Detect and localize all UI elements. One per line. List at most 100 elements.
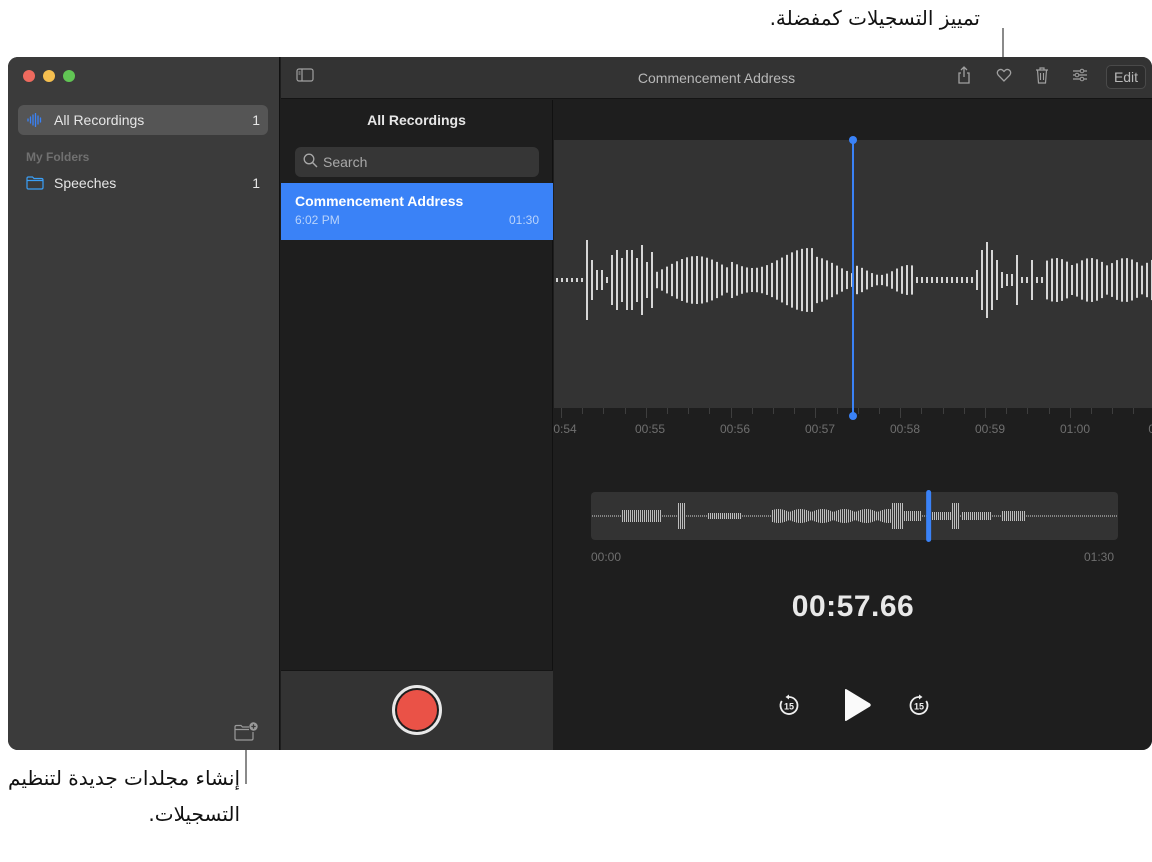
waveform-bar	[631, 250, 633, 310]
overview-bar	[1060, 515, 1061, 517]
svg-text:15: 15	[784, 701, 794, 711]
overview-bar	[644, 510, 645, 522]
overview-bar	[974, 512, 975, 520]
overview-bar	[842, 509, 843, 523]
waveform-bar	[886, 273, 888, 287]
overview-bar	[1102, 515, 1103, 517]
overview-bar	[838, 510, 839, 522]
waveform-icon	[26, 113, 44, 127]
waveform-bar	[1076, 263, 1078, 297]
skip-forward-15-icon: 15	[907, 693, 931, 722]
overview-bar	[1054, 515, 1055, 517]
overview-bar	[1082, 515, 1083, 517]
settings-button[interactable]	[1070, 67, 1090, 87]
overview-bar	[698, 515, 699, 517]
ruler-tick	[794, 408, 796, 414]
waveform-bar	[1041, 277, 1043, 283]
waveform-graph[interactable]	[554, 136, 1152, 434]
overview-bar	[1010, 511, 1011, 521]
waveform-bar	[606, 277, 608, 283]
waveform-bar	[796, 250, 798, 310]
share-icon	[956, 65, 972, 90]
overview-bar	[794, 510, 795, 522]
overview-bar	[824, 509, 825, 523]
waveform-bar	[1026, 277, 1028, 283]
waveform-bar	[776, 260, 778, 300]
overview-bar	[694, 515, 695, 517]
edit-button[interactable]: Edit	[1106, 65, 1146, 89]
sidebar-item-all-recordings[interactable]: All Recordings 1	[18, 105, 268, 135]
overview-start-time: 00:00	[591, 550, 622, 564]
overview-bar	[716, 513, 717, 519]
overview-scrubber[interactable]	[591, 490, 1118, 542]
toolbar: Commencement Address Edit	[281, 57, 1152, 99]
overview-bar	[982, 512, 983, 520]
overview-bar	[1006, 511, 1007, 521]
waveform-bar	[581, 278, 583, 282]
ruler-tick	[1112, 408, 1114, 414]
search-input[interactable]: Search	[295, 147, 539, 177]
waveform-bar	[1061, 259, 1063, 301]
waveform-bar	[721, 264, 723, 296]
zoom-button[interactable]	[63, 70, 75, 82]
overview-bar	[786, 510, 787, 522]
waveform-bar	[941, 277, 943, 283]
record-button[interactable]	[392, 685, 442, 735]
overview-bar	[1116, 515, 1117, 517]
sidebar-item-count: 1	[252, 175, 260, 191]
waveform-bar	[586, 240, 588, 320]
overview-bar	[598, 515, 599, 517]
overview-bar	[624, 510, 625, 522]
waveform-bar	[926, 277, 928, 283]
overview-bar	[892, 503, 893, 529]
overview-bar	[1024, 511, 1025, 521]
overview-bar	[790, 511, 791, 521]
ruler-label: 00:55	[634, 422, 666, 436]
overview-bar	[702, 515, 703, 517]
waveform-bar	[871, 273, 873, 287]
overview-bar	[984, 512, 985, 520]
overview-bar	[844, 509, 845, 523]
overview-bar	[912, 511, 913, 521]
waveform-bar	[756, 267, 758, 293]
delete-button[interactable]	[1032, 66, 1052, 87]
overview-bar	[696, 515, 697, 517]
overview-bar	[646, 510, 647, 522]
overview-bar	[852, 510, 853, 522]
overview-bar	[674, 515, 675, 517]
overview-playhead[interactable]	[926, 490, 932, 542]
overview-bar	[968, 512, 969, 520]
playhead-handle[interactable]	[849, 136, 857, 144]
overview-bar	[944, 512, 945, 520]
minimize-button[interactable]	[43, 70, 55, 82]
overview-bar	[618, 515, 619, 517]
overview-bar	[1108, 515, 1109, 517]
ruler-tick	[879, 408, 880, 414]
play-button[interactable]	[840, 688, 874, 724]
skip-back-button[interactable]: 15	[776, 694, 802, 720]
share-button[interactable]	[954, 65, 974, 90]
overview-bar	[806, 510, 807, 522]
overview-bar	[752, 515, 753, 517]
overview-bar	[988, 512, 989, 520]
overview-bar	[686, 515, 687, 517]
overview-bar	[872, 510, 873, 522]
recording-list-item[interactable]: Commencement Address 6:02 PM 01:30	[281, 183, 553, 240]
overview-bar	[662, 515, 663, 517]
new-folder-button[interactable]	[233, 721, 259, 743]
waveform-bar	[1036, 277, 1038, 283]
overview-bar	[722, 513, 723, 519]
overview-bar	[622, 510, 623, 522]
overview-bar	[788, 511, 789, 521]
waveform-bar	[1031, 260, 1033, 300]
waveform-bar	[621, 258, 623, 302]
waveform-bar	[916, 277, 918, 283]
overview-bar	[642, 510, 643, 522]
sidebar-item-speeches[interactable]: Speeches 1	[18, 168, 268, 198]
waveform-bar	[1121, 258, 1123, 302]
waveform-bar	[861, 267, 863, 293]
recording-title: Commencement Address	[295, 193, 464, 209]
close-button[interactable]	[23, 70, 35, 82]
favorite-button[interactable]	[994, 67, 1014, 87]
skip-forward-button[interactable]: 15	[906, 694, 932, 720]
